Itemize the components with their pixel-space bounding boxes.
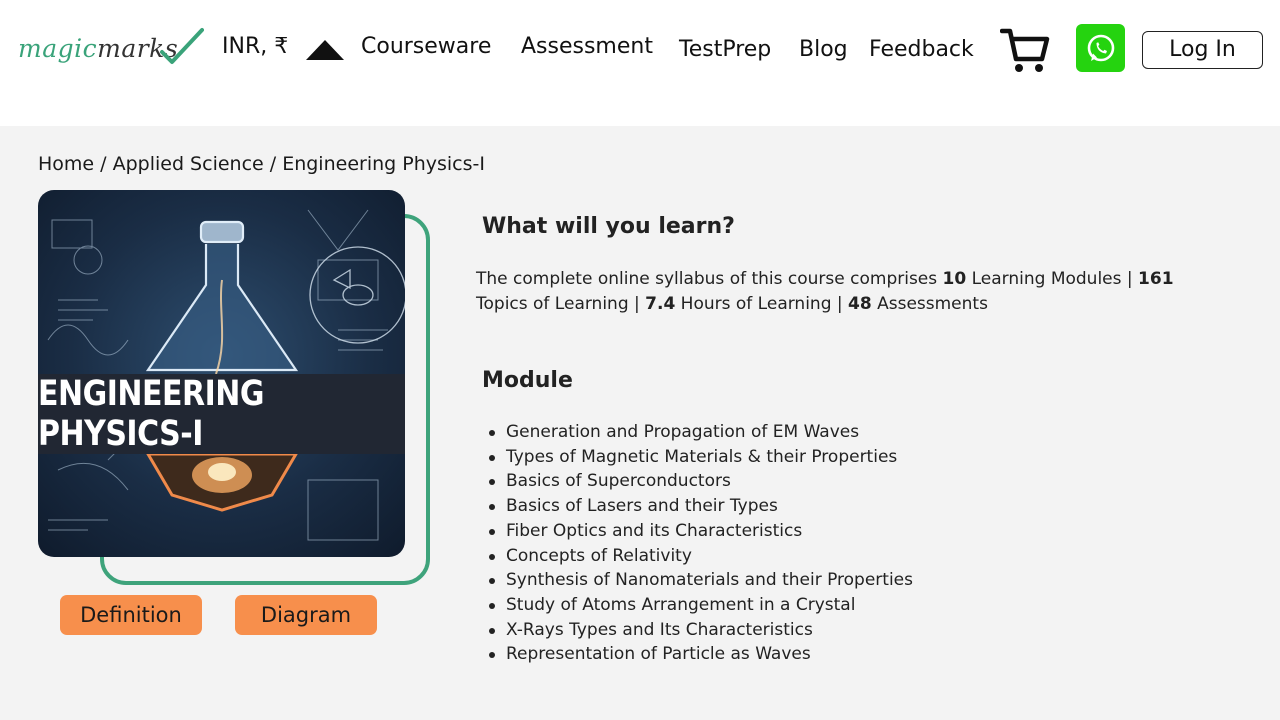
cart-icon[interactable] (1000, 26, 1050, 74)
module-list: Generation and Propagation of EM Waves T… (489, 420, 913, 667)
module-item: Types of Magnetic Materials & their Prop… (489, 445, 913, 470)
definition-button[interactable]: Definition (60, 595, 202, 635)
breadcrumb-separator: / (263, 153, 283, 175)
course-title-banner: ENGINEERING PHYSICS-I (38, 374, 405, 454)
breadcrumb-applied-science[interactable]: Applied Science (113, 153, 264, 175)
site-header: magicmarks INR, ₹ Courseware Assessment … (0, 0, 1280, 126)
breadcrumb: Home / Applied Science / Engineering Phy… (38, 153, 485, 175)
syllabus-summary: The complete online syllabus of this cou… (476, 269, 1174, 314)
learn-heading: What will you learn? (482, 214, 735, 239)
assessments-count: 48 (848, 294, 872, 314)
hours-count: 7.4 (645, 294, 676, 314)
caret-up-icon[interactable] (306, 40, 344, 60)
module-item: Study of Atoms Arrangement in a Crystal (489, 593, 913, 618)
whatsapp-icon (1087, 34, 1115, 62)
module-item: Basics of Superconductors (489, 469, 913, 494)
course-cover-image: ENGINEERING PHYSICS-I (38, 190, 405, 557)
nav-testprep[interactable]: TestPrep (679, 37, 771, 62)
logo-wordmark: magicmarks (18, 34, 179, 63)
nav-assessment[interactable]: Assessment (521, 34, 653, 59)
nav-courseware[interactable]: Courseware (361, 34, 491, 59)
module-heading: Module (482, 368, 573, 393)
diagram-button[interactable]: Diagram (235, 595, 377, 635)
module-item: Concepts of Relativity (489, 544, 913, 569)
checkmark-icon (160, 28, 204, 64)
breadcrumb-current[interactable]: Engineering Physics-I (282, 153, 485, 175)
modules-count: 10 (942, 269, 967, 289)
module-item: Fiber Optics and its Characteristics (489, 519, 913, 544)
module-item: Generation and Propagation of EM Waves (489, 420, 913, 445)
module-item: Representation of Particle as Waves (489, 642, 913, 667)
breadcrumb-separator: / (94, 153, 113, 175)
login-button[interactable]: Log In (1142, 31, 1263, 69)
currency-selector[interactable]: INR, ₹ (222, 34, 288, 59)
breadcrumb-home[interactable]: Home (38, 153, 94, 175)
nav-feedback[interactable]: Feedback (869, 37, 974, 62)
topics-count: 161 (1138, 269, 1174, 289)
course-cover-title: ENGINEERING PHYSICS-I (38, 373, 264, 455)
module-item: X-Rays Types and Its Characteristics (489, 618, 913, 643)
module-item: Basics of Lasers and their Types (489, 494, 913, 519)
nav-blog[interactable]: Blog (799, 37, 848, 62)
module-item: Synthesis of Nanomaterials and their Pro… (489, 568, 913, 593)
magicmarks-logo[interactable]: magicmarks (18, 22, 208, 82)
whatsapp-button[interactable] (1076, 24, 1125, 72)
